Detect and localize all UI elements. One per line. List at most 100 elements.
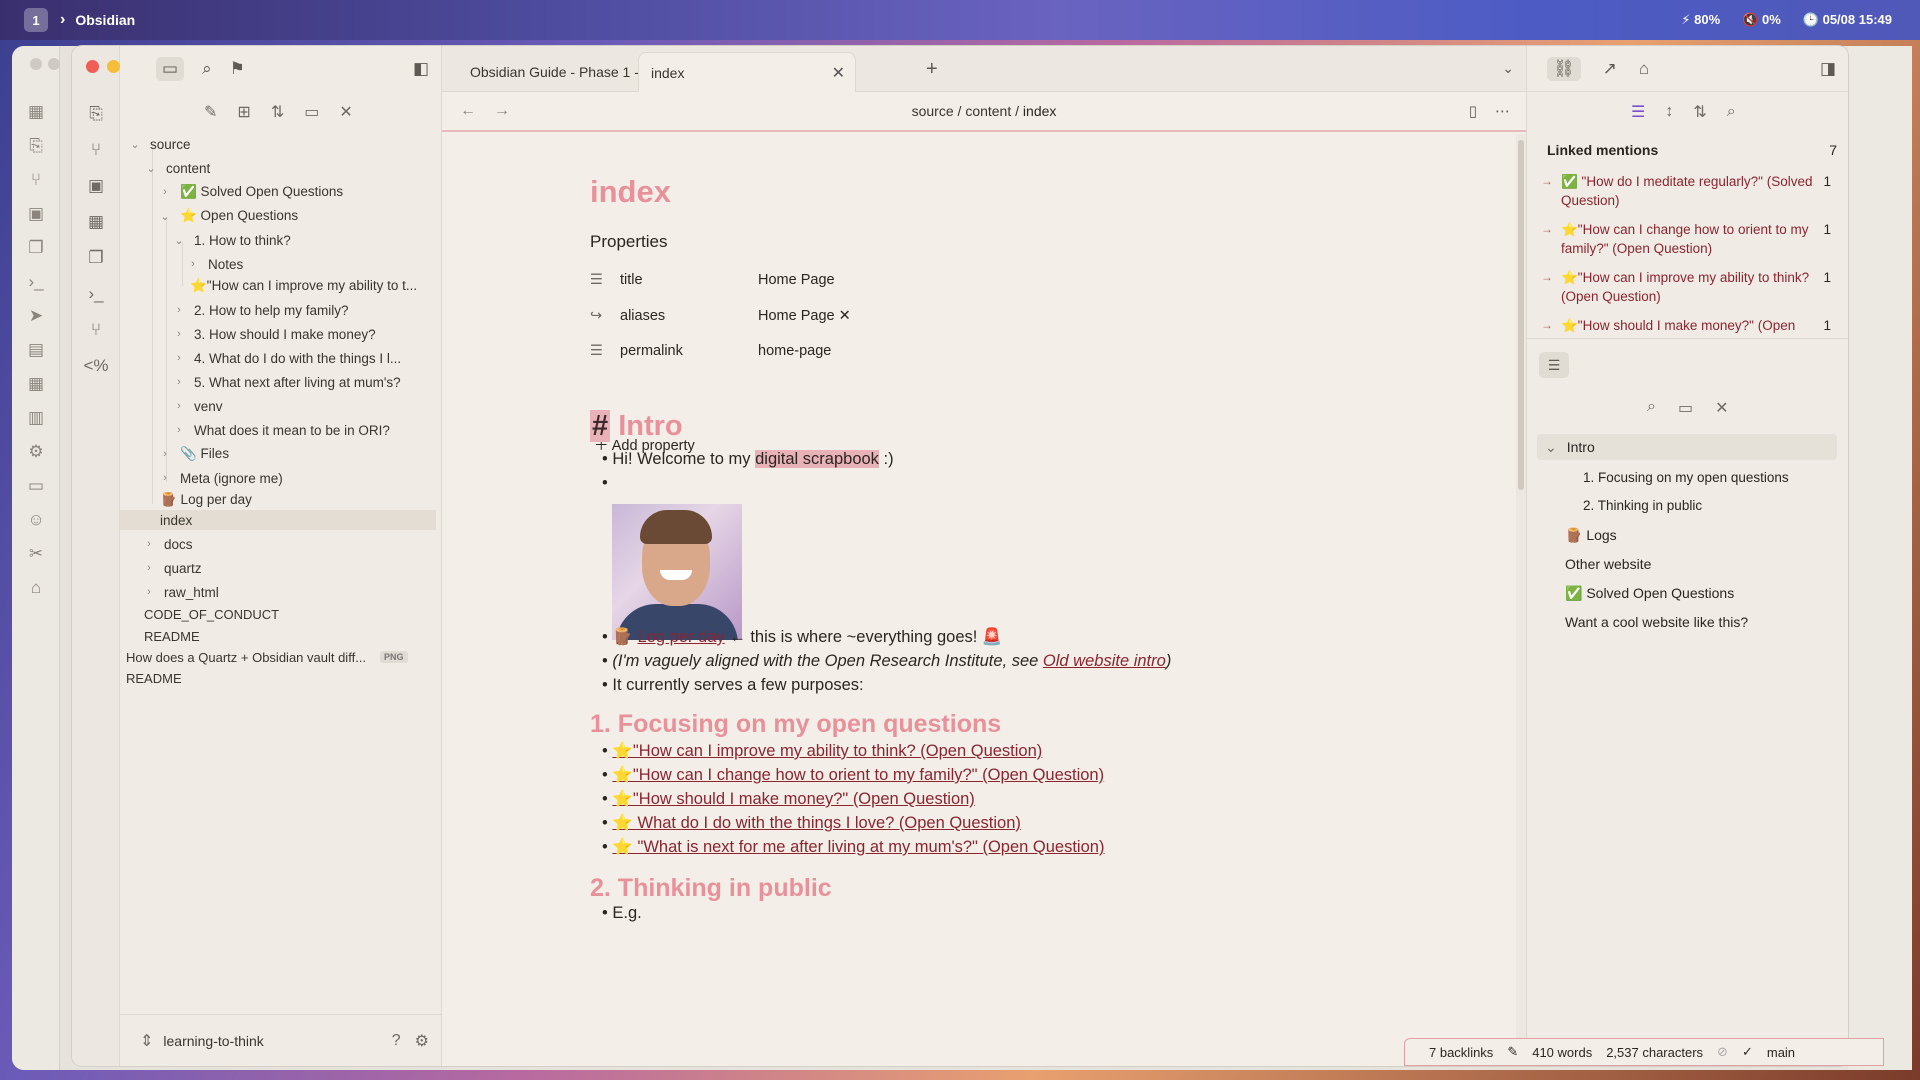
- close-icon[interactable]: ✕: [339, 102, 352, 122]
- search-icon[interactable]: ⌕: [202, 59, 212, 79]
- property-key[interactable]: permalink: [620, 343, 758, 359]
- tree-folder-how-to-think[interactable]: ⌄ 1. How to think?: [120, 228, 440, 252]
- list-item[interactable]: • 🪵 Log per day ← this is where ~everyth…: [602, 628, 1002, 647]
- chevron-down-icon[interactable]: ⌄: [1502, 60, 1514, 77]
- linked-mention[interactable]: → ⭐"How can I improve my ability to think…: [1541, 268, 1831, 306]
- outline-item[interactable]: 2. Thinking in public: [1583, 492, 1702, 518]
- old-website-intro-link[interactable]: Old website intro: [1043, 652, 1166, 670]
- tab-obsidian-guide[interactable]: Obsidian Guide - Phase 1 - A...: [458, 52, 663, 92]
- breadcrumb-current[interactable]: index: [1023, 103, 1056, 119]
- page-title[interactable]: index: [590, 174, 671, 210]
- breadcrumb-item[interactable]: content: [965, 103, 1011, 119]
- battery-status[interactable]: ⚡ 80%: [1681, 12, 1720, 28]
- settings-gear-icon[interactable]: ⚙: [415, 1031, 429, 1051]
- sort-icon[interactable]: ⇅: [271, 102, 284, 122]
- layout-icon[interactable]: ▤: [12, 340, 60, 360]
- breadcrumb-item[interactable]: source: [912, 103, 954, 119]
- send-icon[interactable]: ➤: [12, 306, 60, 326]
- mention-text[interactable]: ✅ "How do I meditate regularly?" (Solved…: [1561, 172, 1813, 210]
- tree-folder-notes[interactable]: › Notes: [120, 252, 440, 276]
- property-title[interactable]: ☰ title Home Page: [590, 268, 835, 292]
- close-window-button[interactable]: [86, 60, 99, 73]
- graph-icon[interactable]: ⑂: [12, 170, 60, 190]
- scrollbar-thumb[interactable]: [1518, 140, 1524, 490]
- git-icon[interactable]: ⑂: [72, 320, 120, 340]
- tree-folder-venv[interactable]: › venv: [120, 394, 440, 418]
- sidebar-toggle-icon[interactable]: ◨: [1820, 59, 1836, 79]
- tree-folder[interactable]: › 4. What do I do with the things I l...: [120, 346, 440, 370]
- linked-mention[interactable]: → ⭐"How should I make money?" (Open Quest…: [1541, 316, 1831, 336]
- tree-folder-raw-html[interactable]: › raw_html: [120, 580, 440, 604]
- tree-file-readme[interactable]: README: [120, 666, 440, 690]
- outline-item[interactable]: 1. Focusing on my open questions: [1583, 464, 1789, 490]
- outline-item-intro[interactable]: ⌄ Intro: [1537, 434, 1837, 460]
- log-per-day-link[interactable]: Log per day: [638, 628, 725, 646]
- tree-folder-open-questions[interactable]: ⌄ ⭐ Open Questions: [120, 204, 440, 228]
- property-key[interactable]: aliases: [620, 308, 758, 324]
- outline-item[interactable]: ✅ Solved Open Questions: [1565, 580, 1734, 606]
- folder-icon[interactable]: ▭: [156, 57, 185, 81]
- collapse-icon[interactable]: ▭: [1678, 398, 1693, 418]
- tree-folder-meta[interactable]: › Meta (ignore me): [120, 466, 440, 490]
- copy-icon[interactable]: ❐: [12, 238, 60, 258]
- outline-item[interactable]: Other website: [1565, 551, 1651, 577]
- question-link[interactable]: ⭐"How should I make money?" (Open Questi…: [612, 790, 974, 808]
- tree-folder-docs[interactable]: › docs: [120, 532, 440, 556]
- vault-name[interactable]: learning-to-think: [163, 1033, 263, 1049]
- property-value[interactable]: Home Page: [758, 308, 835, 324]
- backlinks-icon[interactable]: ⛓: [1547, 56, 1581, 81]
- editor-scrollbar[interactable]: [1516, 134, 1526, 1066]
- new-tab-icon[interactable]: +: [926, 58, 938, 81]
- property-value[interactable]: Home Page: [758, 272, 835, 288]
- tree-file-log-per-day[interactable]: 🪵 Log per day: [120, 488, 440, 512]
- graph-icon[interactable]: ⑂: [72, 140, 120, 160]
- sort-icon[interactable]: ⇅: [1693, 102, 1706, 122]
- tree-folder[interactable]: › 2. How to help my family?: [120, 298, 440, 322]
- tree-folder-quartz[interactable]: › quartz: [120, 556, 440, 580]
- workspace-indicator[interactable]: 1: [24, 8, 48, 32]
- clock[interactable]: 🕒 05/08 15:49: [1803, 12, 1892, 28]
- mention-text[interactable]: ⭐"How can I change how to orient to my f…: [1561, 220, 1813, 258]
- list-item[interactable]: • ⭐"How should I make money?" (Open Ques…: [602, 790, 975, 809]
- tree-file-code-of-conduct[interactable]: CODE_OF_CONDUCT: [120, 602, 440, 626]
- pencil-icon[interactable]: ✎: [1507, 1044, 1518, 1060]
- note-editor[interactable]: index Properties ☰ title Home Page ↪ aliase…: [442, 134, 1518, 1066]
- list-item-empty[interactable]: •: [602, 474, 608, 493]
- search-icon[interactable]: ⌕: [1647, 398, 1656, 418]
- list-item[interactable]: • Hi! Welcome to my digital scrapbook :): [602, 450, 894, 469]
- linked-mention[interactable]: → ✅ "How do I meditate regularly?" (Solve…: [1541, 172, 1831, 210]
- question-link[interactable]: ⭐"How can I change how to orient to my f…: [612, 766, 1104, 784]
- list-icon[interactable]: ☰: [1631, 102, 1645, 122]
- tree-folder[interactable]: › What does it mean to be in ORI?: [120, 418, 440, 442]
- minimize-window-button[interactable]: [107, 60, 120, 73]
- backlinks-count[interactable]: 7 backlinks: [1429, 1045, 1493, 1060]
- property-key[interactable]: title: [620, 272, 758, 288]
- reading-view-icon[interactable]: ▯: [1469, 102, 1477, 120]
- tags-icon[interactable]: ⌂: [1639, 59, 1649, 79]
- list-item[interactable]: • ⭐"How can I change how to orient to my…: [602, 766, 1104, 785]
- more-options-icon[interactable]: ⋯: [1495, 102, 1510, 120]
- heading-thinking[interactable]: 2. Thinking in public: [590, 874, 832, 903]
- linked-mentions-header[interactable]: Linked mentions 7: [1547, 142, 1837, 158]
- tree-folder-content[interactable]: ⌄ content: [120, 156, 440, 180]
- tools-icon[interactable]: ✂: [12, 544, 60, 564]
- tree-folder-source[interactable]: ⌄ source: [120, 132, 440, 156]
- app-name[interactable]: Obsidian: [75, 12, 135, 28]
- outline-item[interactable]: Want a cool website like this?: [1565, 609, 1748, 635]
- tree-folder[interactable]: › 3. How should I make money?: [120, 322, 440, 346]
- tree-folder[interactable]: › 5. What next after living at mum's?: [120, 370, 440, 394]
- list-item[interactable]: • It currently serves a few purposes:: [602, 676, 864, 695]
- outline-item[interactable]: 🪵 Logs: [1565, 522, 1617, 548]
- property-permalink[interactable]: ☰ permalink home-page: [590, 339, 831, 363]
- question-link[interactable]: ⭐ "What is next for me after living at m…: [612, 838, 1104, 856]
- file-icon[interactable]: ⎘: [12, 136, 60, 156]
- question-link[interactable]: ⭐ What do I do with the things I love? (…: [612, 814, 1021, 832]
- outline-tab-icon[interactable]: ☰: [1539, 352, 1569, 378]
- heading-intro[interactable]: # Intro: [590, 410, 683, 443]
- list-item[interactable]: • ⭐ "What is next for me after living at…: [602, 838, 1104, 857]
- tab-index[interactable]: index ✕: [638, 52, 856, 92]
- switcher-icon[interactable]: ⎘: [72, 104, 120, 124]
- sync-off-icon[interactable]: ⊘: [1717, 1044, 1728, 1060]
- question-link[interactable]: ⭐"How can I improve my ability to think?…: [612, 742, 1042, 760]
- chevron-updown-icon[interactable]: ⇕: [140, 1031, 153, 1051]
